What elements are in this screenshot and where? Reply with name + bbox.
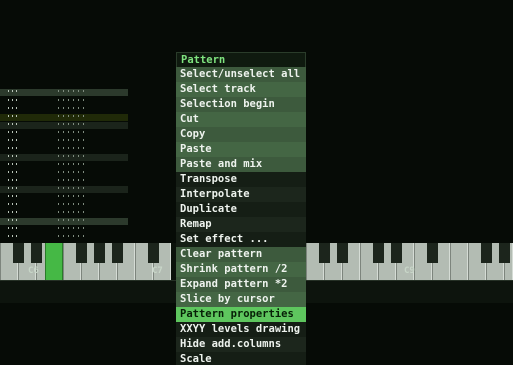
menu-item-set-effect[interactable]: Set effect ...	[176, 232, 306, 247]
track-row-current[interactable]	[0, 114, 128, 121]
piano-black-key[interactable]	[319, 243, 330, 263]
piano-white-key[interactable]	[450, 243, 468, 280]
track-row[interactable]	[0, 186, 128, 193]
menu-item-select-unselect-all[interactable]: Select/unselect all	[176, 67, 306, 82]
track-row[interactable]	[0, 130, 128, 137]
piano-black-key[interactable]	[481, 243, 492, 263]
octave-label-c7: C7	[152, 266, 163, 276]
piano-black-key[interactable]	[499, 243, 510, 263]
menu-item-selection-begin[interactable]: Selection begin	[176, 97, 306, 112]
track-row[interactable]	[0, 89, 128, 96]
octave-label-c9: C9	[404, 266, 415, 276]
piano-black-key[interactable]	[13, 243, 24, 263]
pattern-editor-screen: C6 C7 C9 Pattern Select/unselect all Sel…	[0, 0, 513, 365]
track-row[interactable]	[0, 138, 128, 145]
piano-black-key[interactable]	[148, 243, 159, 263]
piano-black-key[interactable]	[337, 243, 348, 263]
track-row[interactable]	[0, 178, 128, 185]
piano-black-key[interactable]	[76, 243, 87, 263]
piano-black-key[interactable]	[31, 243, 42, 263]
octave-label-c6: C6	[28, 266, 39, 276]
track-row[interactable]	[0, 202, 128, 209]
menu-item-shrink-pattern[interactable]: Shrink pattern /2	[176, 262, 306, 277]
track-row[interactable]	[0, 98, 128, 105]
menu-item-interpolate[interactable]: Interpolate	[176, 187, 306, 202]
track-row[interactable]	[0, 194, 128, 201]
piano-black-key[interactable]	[427, 243, 438, 263]
piano-key-pressed[interactable]	[45, 243, 63, 280]
track-row[interactable]	[0, 106, 128, 113]
track-row[interactable]	[0, 226, 128, 233]
menu-item-select-track[interactable]: Select track	[176, 82, 306, 97]
menu-item-expand-pattern[interactable]: Expand pattern *2	[176, 277, 306, 292]
menu-title: Pattern	[176, 52, 306, 67]
track-row[interactable]	[0, 170, 128, 177]
menu-item-cut[interactable]: Cut	[176, 112, 306, 127]
track-row[interactable]	[0, 234, 128, 241]
track-row[interactable]	[0, 154, 128, 161]
menu-item-paste[interactable]: Paste	[176, 142, 306, 157]
piano-black-key[interactable]	[391, 243, 402, 263]
menu-item-transpose[interactable]: Transpose	[176, 172, 306, 187]
menu-item-scale[interactable]: Scale	[176, 352, 306, 365]
menu-item-duplicate[interactable]: Duplicate	[176, 202, 306, 217]
menu-item-remap[interactable]: Remap	[176, 217, 306, 232]
menu-item-slice-by-cursor[interactable]: Slice by cursor	[176, 292, 306, 307]
piano-black-key[interactable]	[112, 243, 123, 263]
menu-item-pattern-properties[interactable]: Pattern properties	[176, 307, 306, 322]
menu-item-xxyy-levels-drawing[interactable]: XXYY levels drawing	[176, 322, 306, 337]
piano-black-key[interactable]	[94, 243, 105, 263]
piano-black-key[interactable]	[373, 243, 384, 263]
pattern-context-menu[interactable]: Pattern Select/unselect all Select track…	[176, 52, 306, 365]
track-row[interactable]	[0, 146, 128, 153]
track-row[interactable]	[0, 218, 128, 225]
menu-item-hide-add-columns[interactable]: Hide add.columns	[176, 337, 306, 352]
menu-item-clear-pattern[interactable]: Clear pattern	[176, 247, 306, 262]
track-row[interactable]	[0, 162, 128, 169]
track-row[interactable]	[0, 210, 128, 217]
menu-item-copy[interactable]: Copy	[176, 127, 306, 142]
track-row[interactable]	[0, 122, 128, 129]
menu-item-paste-and-mix[interactable]: Paste and mix	[176, 157, 306, 172]
